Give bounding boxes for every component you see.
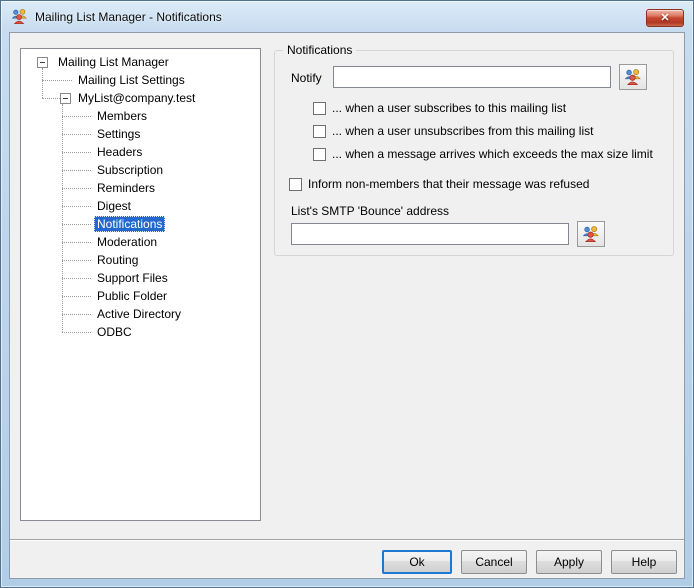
notify-label: Notify xyxy=(291,71,322,85)
dialog-window: Mailing List Manager - Notifications ✕ M… xyxy=(0,0,694,588)
unsubscribe-notify-option: ... when a user unsubscribes from this m… xyxy=(313,124,593,138)
tree-item-odbc[interactable]: ODBC xyxy=(25,323,258,341)
tree-item-label[interactable]: Mailing List Settings xyxy=(75,72,188,88)
tree-item-settings[interactable]: Settings xyxy=(25,125,258,143)
tree-collapse-icon[interactable] xyxy=(60,93,71,104)
footer-divider xyxy=(10,539,684,541)
title-bar: Mailing List Manager - Notifications ✕ xyxy=(1,1,693,32)
tree-item-label[interactable]: Support Files xyxy=(94,270,171,286)
notify-address-picker-button[interactable] xyxy=(619,64,647,90)
tree-item-mailing-list-settings[interactable]: Mailing List Settings xyxy=(25,71,258,89)
address-picker-people-icon xyxy=(582,225,600,243)
notifications-group: Notifications Notify ... when a user sub… xyxy=(274,50,674,256)
bounce-address-input[interactable] xyxy=(291,223,569,245)
tree-connector xyxy=(62,134,91,135)
tree-item-label[interactable]: Mailing List Manager xyxy=(55,54,172,70)
subscribe-notify-checkbox[interactable] xyxy=(313,102,326,115)
inform-non-members-option: Inform non-members that their message wa… xyxy=(289,177,589,191)
tree-item-label[interactable]: MyList@company.test xyxy=(75,90,198,106)
tree-connector xyxy=(62,116,91,117)
tree-item-label[interactable]: Reminders xyxy=(94,180,158,196)
tree-connector xyxy=(62,296,91,297)
navigation-tree: Mailing List Manager Mailing List Settin… xyxy=(20,48,261,521)
tree-connector xyxy=(62,170,91,171)
tree-connector xyxy=(42,80,72,81)
max-size-notify-checkbox[interactable] xyxy=(313,148,326,161)
tree-item-reminders[interactable]: Reminders xyxy=(25,179,258,197)
apply-button[interactable]: Apply xyxy=(536,550,602,574)
tree-connector xyxy=(62,224,91,225)
ok-button[interactable]: Ok xyxy=(382,550,452,574)
subscribe-notify-label: ... when a user subscribes to this maili… xyxy=(332,101,566,115)
tree-collapse-icon[interactable] xyxy=(37,57,48,68)
close-button[interactable]: ✕ xyxy=(646,9,684,27)
bounce-address-label: List's SMTP 'Bounce' address xyxy=(291,204,449,218)
inform-non-members-checkbox[interactable] xyxy=(289,178,302,191)
tree-connector-line xyxy=(42,68,43,98)
notify-input[interactable] xyxy=(333,66,611,88)
mailing-list-people-icon xyxy=(11,8,28,25)
tree-connector xyxy=(62,332,91,333)
max-size-notify-label: ... when a message arrives which exceeds… xyxy=(332,147,653,161)
tree-item-label[interactable]: Members xyxy=(94,108,150,124)
tree-connector xyxy=(62,152,91,153)
tree-item-label[interactable]: Settings xyxy=(94,126,143,142)
tree-item-support-files[interactable]: Support Files xyxy=(25,269,258,287)
tree-item-moderation[interactable]: Moderation xyxy=(25,233,258,251)
tree-connector xyxy=(62,278,91,279)
tree-item-label[interactable]: ODBC xyxy=(94,324,135,340)
tree-item-label[interactable]: Subscription xyxy=(94,162,166,178)
tree-item-label[interactable]: Moderation xyxy=(94,234,160,250)
window-title: Mailing List Manager - Notifications xyxy=(35,10,222,24)
tree-item-headers[interactable]: Headers xyxy=(25,143,258,161)
close-icon: ✕ xyxy=(660,13,669,24)
tree-item-routing[interactable]: Routing xyxy=(25,251,258,269)
subscribe-notify-option: ... when a user subscribes to this maili… xyxy=(313,101,566,115)
tree-item-subscription[interactable]: Subscription xyxy=(25,161,258,179)
tree-connector xyxy=(62,242,91,243)
group-title: Notifications xyxy=(283,43,356,57)
cancel-button[interactable]: Cancel xyxy=(461,550,527,574)
tree-item-mylist[interactable]: MyList@company.test xyxy=(25,89,258,107)
tree-item-label[interactable]: Digest xyxy=(94,198,134,214)
tree-item-digest[interactable]: Digest xyxy=(25,197,258,215)
tree-connector xyxy=(42,98,60,99)
inform-non-members-label: Inform non-members that their message wa… xyxy=(308,177,589,191)
tree-connector-line xyxy=(62,104,63,332)
dialog-body: Mailing List Manager Mailing List Settin… xyxy=(9,32,685,579)
tree-item-label[interactable]: Routing xyxy=(94,252,141,268)
tree-item-label[interactable]: Public Folder xyxy=(94,288,170,304)
tree-item-notifications[interactable]: Notifications xyxy=(25,215,258,233)
max-size-notify-option: ... when a message arrives which exceeds… xyxy=(313,147,653,161)
dialog-buttons: Ok Cancel Apply Help xyxy=(382,550,677,574)
tree-connector xyxy=(62,188,91,189)
unsubscribe-notify-label: ... when a user unsubscribes from this m… xyxy=(332,124,593,138)
tree-connector xyxy=(62,206,91,207)
address-picker-people-icon xyxy=(624,68,642,86)
tree-item-mailing-list-manager[interactable]: Mailing List Manager xyxy=(25,53,258,71)
tree-item-members[interactable]: Members xyxy=(25,107,258,125)
tree-item-label[interactable]: Headers xyxy=(94,144,145,160)
tree-item-public-folder[interactable]: Public Folder xyxy=(25,287,258,305)
unsubscribe-notify-checkbox[interactable] xyxy=(313,125,326,138)
tree-connector xyxy=(62,314,91,315)
bounce-address-picker-button[interactable] xyxy=(577,221,605,247)
tree-item-label[interactable]: Active Directory xyxy=(94,306,184,322)
tree-connector xyxy=(62,260,91,261)
help-button[interactable]: Help xyxy=(611,550,677,574)
tree-item-label-selected[interactable]: Notifications xyxy=(94,216,165,232)
tree-item-active-directory[interactable]: Active Directory xyxy=(25,305,258,323)
